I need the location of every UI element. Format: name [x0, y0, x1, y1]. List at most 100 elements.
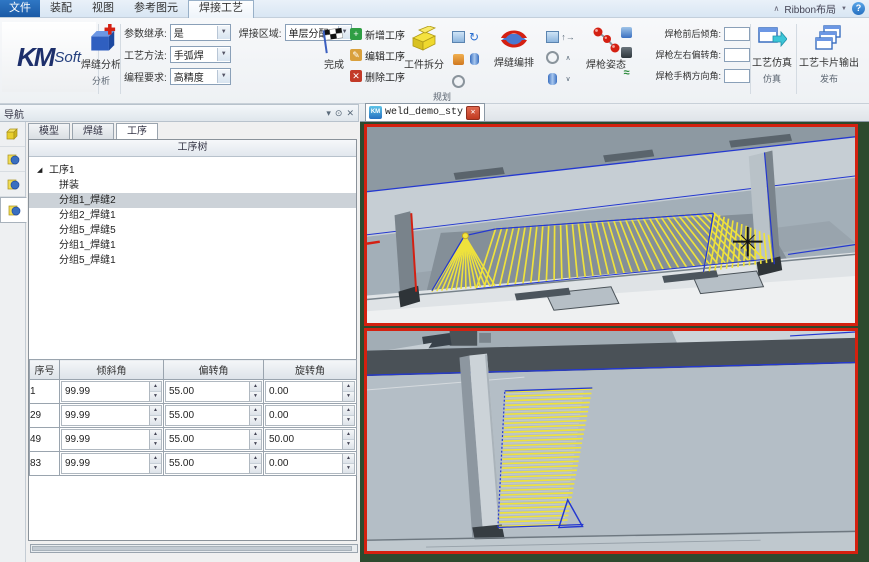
- expand-down-icon[interactable]: ∨: [562, 72, 575, 85]
- ribbon-layout-dropdown-icon[interactable]: ▼: [841, 6, 847, 12]
- path-tool-icon[interactable]: ≈: [620, 66, 633, 79]
- tilt-angle-spinner[interactable]: 99.99▲▼: [61, 429, 162, 450]
- spin-down-icon[interactable]: ▼: [343, 440, 354, 449]
- process-simulate-button[interactable]: 工艺仿真 仿真: [752, 24, 792, 85]
- ribbon: KM Soft 焊缝分析 分析 参数继承: 是 ▼: [0, 18, 869, 104]
- param-quality-combo[interactable]: 高精度 ▼: [170, 68, 231, 85]
- spin-down-icon[interactable]: ▼: [343, 392, 354, 401]
- weld-arrange-button[interactable]: 焊缝编排: [486, 26, 542, 69]
- spin-up-icon[interactable]: ▲: [343, 454, 354, 464]
- help-button[interactable]: ?: [852, 2, 865, 15]
- tree-root-process1[interactable]: ◢ 工序1: [29, 163, 356, 178]
- dropdown-arrow-icon[interactable]: ▼: [217, 48, 230, 61]
- panel-close-icon[interactable]: ✕: [346, 108, 354, 119]
- rotate-angle-spinner[interactable]: 0.00▲▼: [265, 405, 355, 426]
- tilt-angle-spinner[interactable]: 99.99▲▼: [61, 381, 162, 402]
- ring-tool-icon[interactable]: [452, 75, 465, 88]
- scrollbar-thumb[interactable]: [32, 546, 352, 551]
- spin-down-icon[interactable]: ▼: [150, 392, 161, 401]
- horizontal-scrollbar[interactable]: [30, 544, 358, 553]
- tab-view[interactable]: 视图: [82, 0, 124, 17]
- strip-doc-icon-1[interactable]: [0, 147, 25, 172]
- spin-up-icon[interactable]: ▲: [150, 454, 161, 464]
- spin-down-icon[interactable]: ▼: [250, 464, 261, 473]
- dropdown-arrow-icon[interactable]: ▼: [217, 26, 230, 39]
- deflect-angle-spinner[interactable]: 55.00▲▼: [165, 381, 262, 402]
- spin-up-icon[interactable]: ▲: [250, 406, 261, 416]
- deflect-angle-spinner[interactable]: 55.00▲▼: [165, 429, 262, 450]
- cylinder-tool-icon[interactable]: [546, 72, 559, 85]
- spin-up-icon[interactable]: ▲: [150, 382, 161, 392]
- spin-down-icon[interactable]: ▼: [343, 464, 354, 473]
- left-right-angle-input[interactable]: [724, 48, 750, 62]
- row-index: 83: [30, 452, 60, 476]
- goto-tool-icon[interactable]: ↑→: [562, 30, 575, 43]
- spin-up-icon[interactable]: ▲: [250, 382, 261, 392]
- tab-weld-process[interactable]: 焊接工艺: [188, 0, 254, 18]
- viewport-bottom[interactable]: [364, 328, 858, 554]
- tree-item-group5-weld5[interactable]: 分组5_焊缝5: [29, 223, 356, 238]
- param-method-combo[interactable]: 手弧焊 ▼: [170, 46, 231, 63]
- rotate-angle-spinner[interactable]: 0.00▲▼: [265, 453, 355, 474]
- tab-assembly[interactable]: 装配: [40, 0, 82, 17]
- col-header-rotate: 旋转角: [264, 360, 357, 380]
- spin-up-icon[interactable]: ▲: [343, 430, 354, 440]
- cylinder-tool-icon[interactable]: [468, 53, 481, 66]
- file-menu-button[interactable]: 文件: [0, 0, 40, 17]
- tree-item-group1-weld2[interactable]: 分组1_焊缝2: [29, 193, 356, 208]
- dropdown-arrow-icon[interactable]: ▼: [217, 70, 230, 83]
- weld-analysis-button[interactable]: 焊缝分析 分析: [76, 24, 126, 87]
- spin-up-icon[interactable]: ▲: [250, 454, 261, 464]
- viewport-top[interactable]: [364, 124, 858, 326]
- strip-doc-icon-3[interactable]: [0, 197, 27, 223]
- refresh-tool-icon[interactable]: ↻: [468, 31, 481, 44]
- tree-item-group5-weld1[interactable]: 分组5_焊缝1: [29, 253, 356, 268]
- spin-down-icon[interactable]: ▼: [250, 392, 261, 401]
- fore-aft-angle-input[interactable]: [724, 27, 750, 41]
- rotate-angle-spinner[interactable]: 50.00▲▼: [265, 429, 355, 450]
- deflect-angle-spinner[interactable]: 55.00▲▼: [165, 405, 262, 426]
- param-inherit-combo[interactable]: 是 ▼: [170, 24, 231, 41]
- spin-up-icon[interactable]: ▲: [343, 382, 354, 392]
- image-tool-icon[interactable]: [452, 31, 465, 44]
- ribbon-layout-menu[interactable]: Ribbon布局: [784, 1, 836, 16]
- spin-down-icon[interactable]: ▼: [150, 416, 161, 425]
- fill-tool-icon[interactable]: [452, 53, 465, 66]
- ribbon-collapse-icon[interactable]: ∧: [773, 4, 779, 13]
- process-card-output-button[interactable]: 工艺卡片输出 发布: [798, 24, 860, 85]
- spin-down-icon[interactable]: ▼: [250, 416, 261, 425]
- spin-up-icon[interactable]: ▲: [150, 430, 161, 440]
- panel-menu-icon[interactable]: ▾: [326, 108, 331, 119]
- panel-pin-icon[interactable]: ⊙: [335, 108, 343, 119]
- tree-item-assembly[interactable]: 拼装: [29, 178, 356, 193]
- spin-down-icon[interactable]: ▼: [150, 464, 161, 473]
- document-close-icon[interactable]: ✕: [466, 106, 480, 120]
- image-tool-icon[interactable]: [546, 30, 559, 43]
- spin-up-icon[interactable]: ▲: [343, 406, 354, 416]
- ribbon-separator: [120, 24, 121, 94]
- spin-up-icon[interactable]: ▲: [250, 430, 261, 440]
- rotate-angle-spinner[interactable]: 0.00▲▼: [265, 381, 355, 402]
- tree-item-group1-weld1[interactable]: 分组1_焊缝1: [29, 238, 356, 253]
- spin-down-icon[interactable]: ▼: [150, 440, 161, 449]
- expand-up-icon[interactable]: ∧: [562, 51, 575, 64]
- map-tool-icon[interactable]: [620, 26, 633, 39]
- workpiece-split-button[interactable]: 工件拆分: [398, 26, 450, 71]
- handle-direction-angle-label: 焊枪手柄方向角:: [655, 69, 721, 82]
- tilt-angle-spinner[interactable]: 99.99▲▼: [61, 453, 162, 474]
- strip-doc-icon-2[interactable]: [0, 172, 25, 197]
- ring-tool-icon[interactable]: [546, 51, 559, 64]
- deflect-angle-spinner[interactable]: 55.00▲▼: [165, 453, 262, 474]
- spin-down-icon[interactable]: ▼: [343, 416, 354, 425]
- tilt-angle-spinner[interactable]: 99.99▲▼: [61, 405, 162, 426]
- handle-direction-angle-input[interactable]: [724, 69, 750, 83]
- spin-up-icon[interactable]: ▲: [150, 406, 161, 416]
- dark-tool-icon[interactable]: [620, 46, 633, 59]
- strip-model-icon[interactable]: [0, 122, 25, 147]
- tree-item-group2-weld1[interactable]: 分组2_焊缝1: [29, 208, 356, 223]
- tab-reference[interactable]: 参考图元: [124, 0, 188, 17]
- finish-button[interactable]: 完成: [316, 26, 352, 71]
- spin-down-icon[interactable]: ▼: [250, 440, 261, 449]
- document-tab[interactable]: KM weld_demo_sty ✕: [365, 103, 485, 121]
- tree-expander-icon[interactable]: ◢: [37, 163, 47, 178]
